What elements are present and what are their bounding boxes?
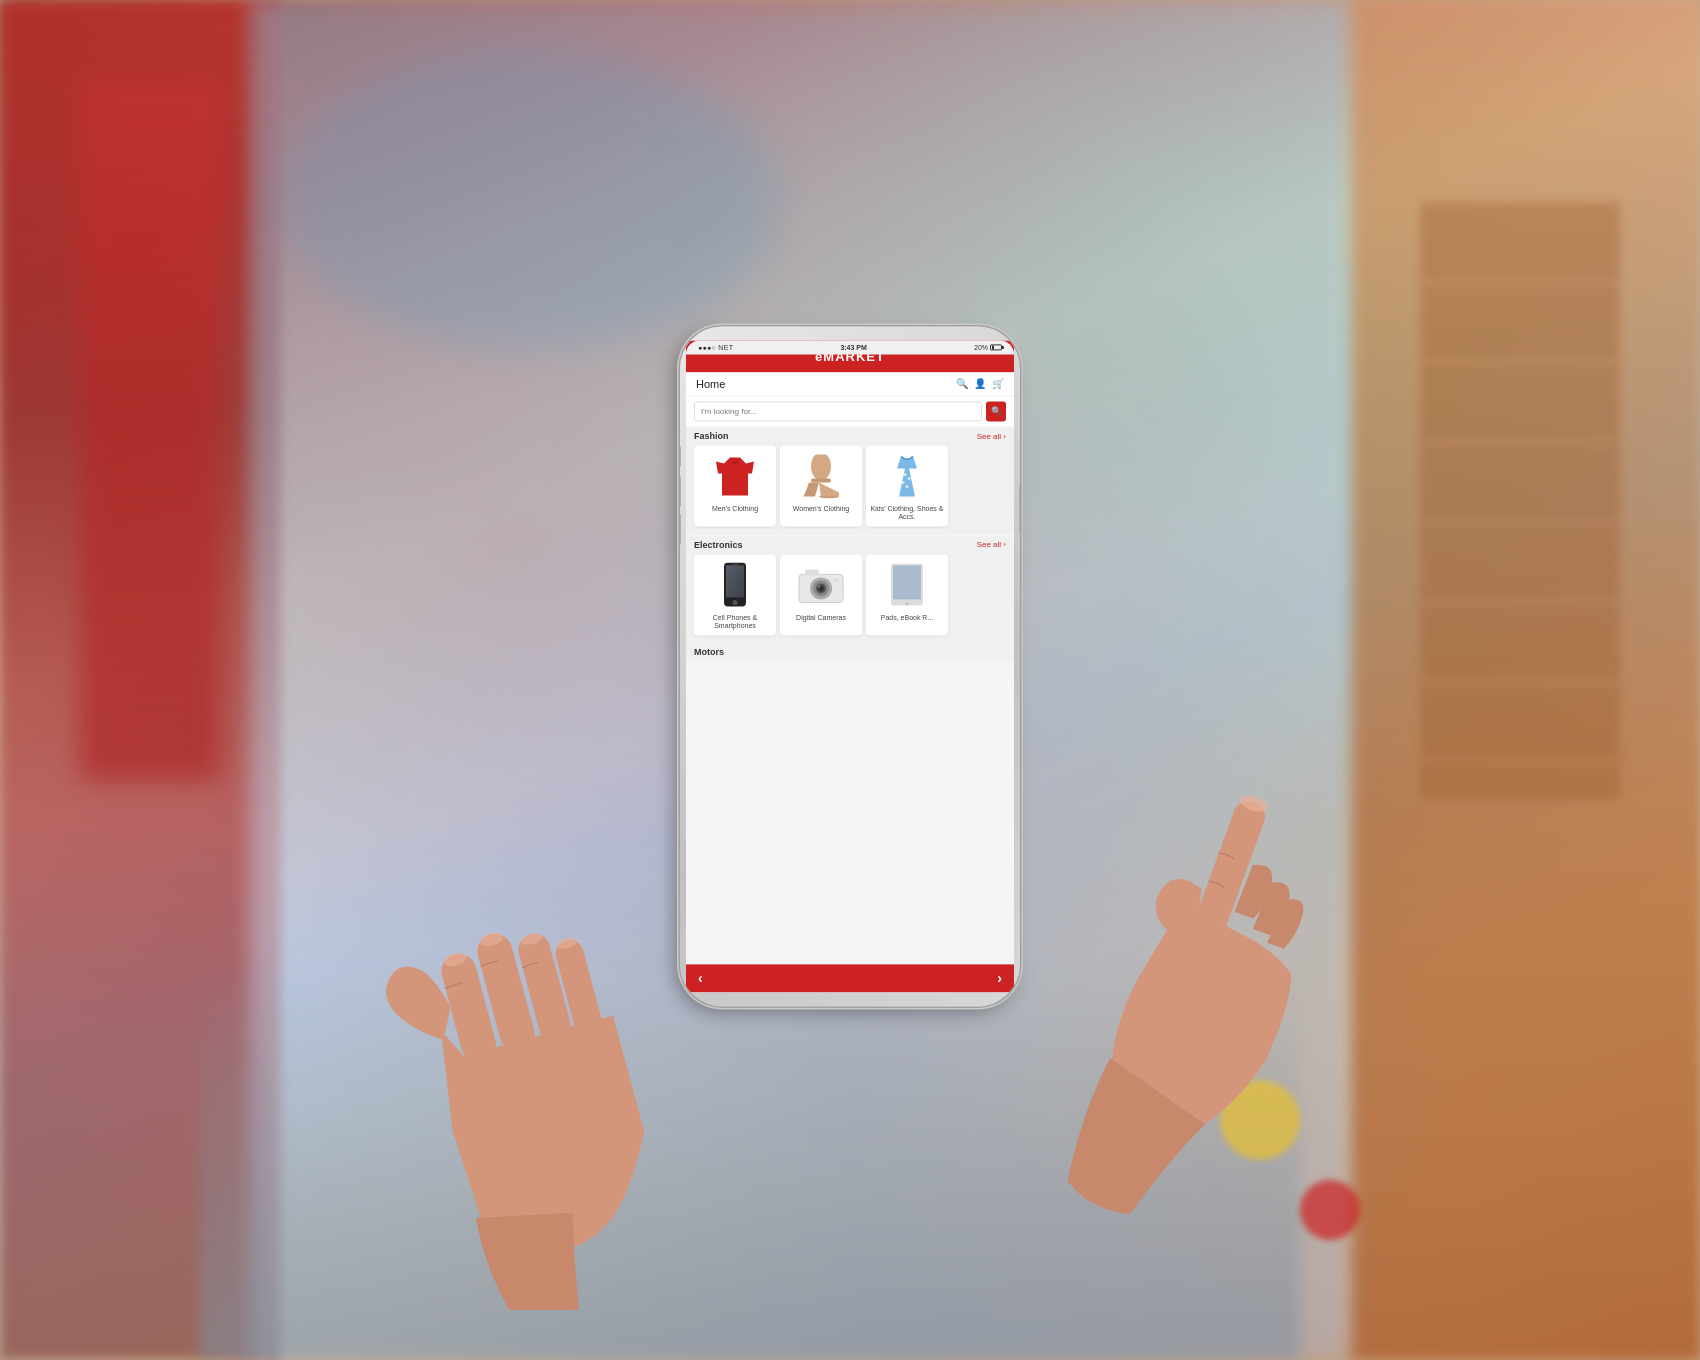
- svg-rect-3: [811, 478, 831, 482]
- svg-rect-22: [833, 578, 839, 582]
- hand-right: [900, 730, 1400, 1330]
- carrier-status: ●●●○ NET: [698, 344, 733, 351]
- electronics-see-all[interactable]: See all ›: [977, 541, 1006, 550]
- search-button[interactable]: 🔍: [986, 401, 1006, 421]
- svg-point-5: [904, 473, 907, 476]
- fashion-see-all[interactable]: See all ›: [977, 432, 1006, 441]
- digital-cameras-label: Digital Cameras: [796, 614, 846, 622]
- home-icon-group: 🔍 👤 🛒: [956, 378, 1004, 389]
- kids-clothing-card[interactable]: Kids' Clothing, Shoes & Accs.: [866, 445, 948, 526]
- time-display: 3:43 PM: [840, 344, 866, 351]
- cell-phones-card[interactable]: Cell Phones & Smartphones: [694, 554, 776, 635]
- phone-volume-silent: [680, 446, 681, 466]
- svg-point-21: [818, 585, 820, 587]
- digital-cameras-card[interactable]: Digital Cameras: [780, 554, 862, 635]
- svg-rect-11: [726, 565, 744, 597]
- tablet-icon: [889, 563, 925, 607]
- svg-point-7: [902, 481, 905, 484]
- status-bar: ●●●○ NET 3:43 PM 20%: [686, 340, 1014, 354]
- tablet-img: [882, 560, 932, 610]
- cell-phones-label: Cell Phones & Smartphones: [698, 614, 772, 631]
- womens-clothing-img: [796, 451, 846, 501]
- svg-point-6: [908, 477, 911, 480]
- mens-clothing-label: Men's Clothing: [712, 505, 758, 513]
- svg-rect-24: [893, 565, 921, 599]
- search-icon[interactable]: 🔍: [956, 378, 968, 389]
- home-bar: Home 🔍 👤 🛒: [686, 372, 1014, 396]
- bg-red-pillar: [80, 80, 220, 780]
- tablets-label: Pads, eBook R...: [881, 614, 934, 622]
- electronics-title: Electronics: [694, 540, 743, 550]
- battery-percent-text: 20%: [974, 344, 988, 351]
- mens-clothing-card[interactable]: Men's Clothing: [694, 445, 776, 526]
- search-btn-icon: 🔍: [991, 406, 1002, 416]
- mens-clothing-img: [710, 451, 760, 501]
- womens-clothing-label: Women's Clothing: [793, 505, 849, 513]
- camera-img: [796, 560, 846, 610]
- cart-icon[interactable]: 🛒: [992, 378, 1004, 389]
- tablets-card[interactable]: Pads, eBook R...: [866, 554, 948, 635]
- motors-title: Motors: [694, 647, 724, 657]
- electronics-items: Cell Phones & Smartphones: [694, 554, 1006, 635]
- electronics-section-header: Electronics See all ›: [694, 540, 1006, 550]
- home-label: Home: [696, 378, 725, 390]
- kids-clothing-label: Kids' Clothing, Shoes & Accs.: [870, 505, 944, 522]
- right-hand-svg: [900, 730, 1400, 1330]
- svg-point-12: [733, 600, 738, 605]
- fashion-title: Fashion: [694, 431, 729, 441]
- electronics-section: Electronics See all ›: [686, 536, 1014, 643]
- svg-rect-16: [805, 569, 819, 575]
- svg-rect-13: [731, 564, 739, 566]
- svg-point-25: [906, 602, 909, 605]
- heels-icon: [801, 454, 841, 498]
- phone-power-btn: [1019, 486, 1020, 531]
- battery-status: 20%: [974, 344, 1002, 351]
- shelf-right: [1420, 200, 1620, 800]
- fashion-section: Fashion See all ›: [686, 427, 1014, 534]
- fashion-items: Men's Clothing: [694, 445, 1006, 526]
- search-bar: 🔍: [686, 396, 1014, 427]
- phone-volume-down: [680, 514, 681, 544]
- phone-volume-up: [680, 476, 681, 506]
- search-input[interactable]: [694, 401, 982, 421]
- kids-clothing-img: [882, 451, 932, 501]
- smartphone-icon: [722, 562, 748, 608]
- prev-arrow[interactable]: ‹: [698, 970, 703, 986]
- battery-fill: [992, 345, 994, 349]
- cell-phone-img: [710, 560, 760, 610]
- motors-bar: Motors: [686, 643, 1014, 661]
- camera-icon: [797, 566, 845, 604]
- user-icon[interactable]: 👤: [974, 378, 986, 389]
- svg-point-2: [811, 454, 831, 480]
- fashion-section-header: Fashion See all ›: [694, 431, 1006, 441]
- battery-tip: [1002, 346, 1004, 349]
- scene-container: ●●●○ NET 3:43 PM 20% eMARKET: [500, 130, 1200, 1230]
- shirt-icon: [716, 455, 754, 497]
- womens-clothing-card[interactable]: Women's Clothing: [780, 445, 862, 526]
- dress-icon: [889, 454, 925, 498]
- battery-icon: [990, 344, 1002, 350]
- svg-point-8: [906, 485, 909, 488]
